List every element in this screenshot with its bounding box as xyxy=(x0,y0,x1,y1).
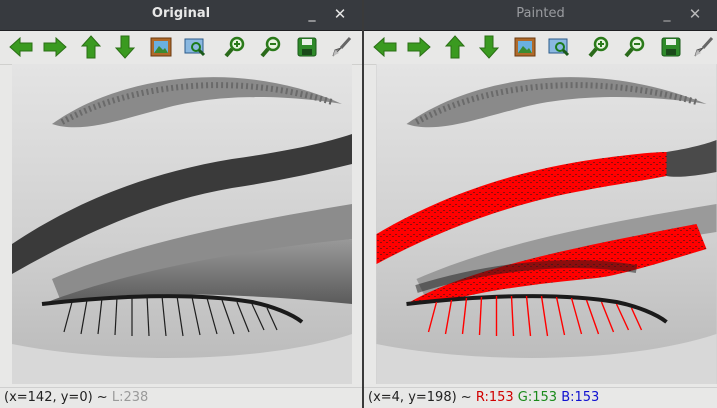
image-icon[interactable] xyxy=(512,35,538,59)
zoom-region-icon[interactable] xyxy=(182,35,208,59)
arrow-up-icon[interactable] xyxy=(78,35,104,59)
zoom-in-icon[interactable] xyxy=(586,35,612,59)
save-icon[interactable] xyxy=(294,35,320,59)
eye-image-painted xyxy=(376,64,717,384)
image-icon[interactable] xyxy=(148,35,174,59)
zoom-out-icon[interactable] xyxy=(622,35,648,59)
titlebar[interactable]: Painted _ ✕ xyxy=(364,0,717,31)
titlebar[interactable]: Original _ ✕ xyxy=(0,0,362,31)
cursor-coordinates: (x=142, y=0) ~ xyxy=(4,390,112,405)
zoom-out-icon[interactable] xyxy=(258,35,284,59)
toolbar xyxy=(0,31,362,65)
image-canvas[interactable] xyxy=(12,64,352,384)
original-window: Original _ ✕ (x=142, y=0) ~ L:238 xyxy=(0,0,362,408)
close-button[interactable]: ✕ xyxy=(330,4,350,24)
image-canvas[interactable] xyxy=(376,64,717,384)
arrow-down-icon[interactable] xyxy=(476,35,502,59)
pixel-value: L:238 xyxy=(111,390,149,405)
eye-image xyxy=(12,64,352,384)
brush-icon[interactable] xyxy=(690,35,716,59)
cursor-coordinates: (x=4, y=198) ~ xyxy=(368,390,476,405)
painted-window: Painted _ ✕ (x=4, y=198) ~ R:153 G:153 B… xyxy=(364,0,717,408)
zoom-region-icon[interactable] xyxy=(546,35,572,59)
arrow-left-icon[interactable] xyxy=(8,35,34,59)
red-value: R:153 xyxy=(475,390,514,405)
zoom-in-icon[interactable] xyxy=(222,35,248,59)
minimize-button[interactable]: _ xyxy=(302,4,322,24)
arrow-left-icon[interactable] xyxy=(372,35,398,59)
close-button[interactable]: ✕ xyxy=(685,4,705,24)
arrow-right-icon[interactable] xyxy=(42,35,68,59)
brush-icon[interactable] xyxy=(328,35,354,59)
arrow-up-icon[interactable] xyxy=(442,35,468,59)
save-icon[interactable] xyxy=(658,35,684,59)
toolbar xyxy=(364,31,717,65)
arrow-down-icon[interactable] xyxy=(112,35,138,59)
blue-value: B:153 xyxy=(561,390,600,405)
green-value: G:153 xyxy=(517,390,558,405)
status-bar: (x=142, y=0) ~ L:238 xyxy=(0,387,362,408)
arrow-right-icon[interactable] xyxy=(406,35,432,59)
minimize-button[interactable]: _ xyxy=(657,4,677,24)
status-bar: (x=4, y=198) ~ R:153 G:153 B:153 xyxy=(364,387,717,408)
